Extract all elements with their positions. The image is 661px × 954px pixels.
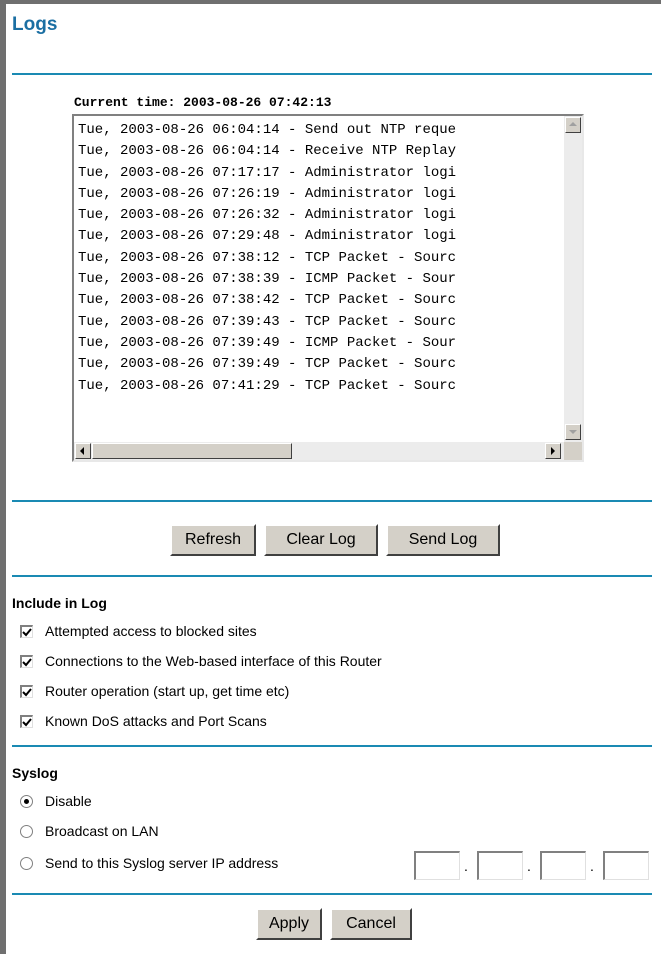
scroll-down-button[interactable] — [565, 424, 581, 440]
log-entry: Tue, 2003-08-26 07:39:49 - TCP Packet - … — [78, 356, 457, 373]
blocked-sites-checkbox[interactable] — [20, 625, 33, 638]
log-lines: Tue, 2003-08-26 06:04:14 - Send out NTP … — [78, 120, 562, 397]
cancel-button[interactable]: Cancel — [330, 908, 412, 940]
vertical-scrollbar[interactable] — [564, 116, 582, 442]
option-label: Broadcast on LAN — [45, 823, 159, 839]
log-entry: Tue, 2003-08-26 07:38:42 - TCP Packet - … — [78, 292, 457, 309]
syslog-ip-octet-4[interactable] — [603, 851, 649, 880]
syslog-ip-octet-1[interactable] — [414, 851, 460, 880]
broadcast-radio[interactable] — [20, 825, 33, 838]
option-label: Connections to the Web-based interface o… — [45, 653, 382, 669]
server-radio[interactable] — [20, 857, 33, 870]
disable-radio[interactable] — [20, 795, 33, 808]
log-entry: Tue, 2003-08-26 07:26:19 - Administrator… — [78, 185, 457, 202]
log-entry: Tue, 2003-08-26 07:26:32 - Administrator… — [78, 207, 457, 224]
window-frame-left — [0, 0, 6, 954]
divider — [12, 500, 652, 502]
option-label: Router operation (start up, get time etc… — [45, 683, 290, 699]
apply-button[interactable]: Apply — [256, 908, 322, 940]
web-connections-checkbox[interactable] — [20, 655, 33, 668]
option-label: Send to this Syslog server IP address — [45, 855, 279, 871]
syslog-ip-octet-2[interactable] — [477, 851, 523, 880]
horizontal-scrollbar[interactable] — [74, 442, 564, 460]
scroll-right-button[interactable] — [545, 443, 561, 459]
syslog-ip-octet-3[interactable] — [540, 851, 586, 880]
log-entry: Tue, 2003-08-26 07:38:12 - TCP Packet - … — [78, 249, 457, 266]
arrow-right-icon — [551, 447, 555, 455]
arrow-down-icon — [569, 430, 577, 434]
log-entry: Tue, 2003-08-26 07:17:17 - Administrator… — [78, 164, 457, 181]
ip-separator: . — [527, 858, 531, 874]
option-label: Known DoS attacks and Port Scans — [45, 713, 267, 729]
log-entry: Tue, 2003-08-26 07:39:43 - TCP Packet - … — [78, 313, 457, 330]
scroll-left-button[interactable] — [75, 443, 91, 459]
divider — [12, 745, 652, 747]
log-entry: Tue, 2003-08-26 07:39:49 - ICMP Packet -… — [78, 334, 457, 351]
router-operation-checkbox[interactable] — [20, 685, 33, 698]
divider — [12, 575, 652, 577]
checkmark-icon — [22, 628, 32, 637]
divider — [12, 893, 652, 895]
log-entry: Tue, 2003-08-26 07:29:48 - Administrator… — [78, 228, 457, 245]
log-entry: Tue, 2003-08-26 06:04:14 - Receive NTP R… — [78, 143, 457, 160]
option-label: Attempted access to blocked sites — [45, 623, 257, 639]
send-log-button[interactable]: Send Log — [386, 524, 500, 556]
log-entry: Tue, 2003-08-26 07:41:29 - TCP Packet - … — [78, 377, 457, 394]
scroll-up-button[interactable] — [565, 117, 581, 133]
dos-attacks-checkbox[interactable] — [20, 715, 33, 728]
window-frame-top — [0, 0, 661, 4]
option-label: Disable — [45, 793, 92, 809]
log-textarea[interactable]: Tue, 2003-08-26 06:04:14 - Send out NTP … — [72, 114, 584, 462]
page-title: Logs — [12, 14, 58, 35]
ip-separator: . — [464, 858, 468, 874]
divider — [12, 73, 652, 75]
include-in-log-title: Include in Log — [12, 595, 107, 611]
clear-log-button[interactable]: Clear Log — [264, 524, 378, 556]
checkmark-icon — [22, 718, 32, 727]
log-entry: Tue, 2003-08-26 06:04:14 - Send out NTP … — [78, 122, 457, 138]
current-time: Current time: 2003-08-26 07:42:13 — [74, 95, 332, 110]
scroll-corner — [564, 442, 582, 460]
checkmark-icon — [22, 688, 32, 697]
arrow-up-icon — [569, 122, 577, 126]
refresh-button[interactable]: Refresh — [170, 524, 256, 556]
checkmark-icon — [22, 658, 32, 667]
arrow-left-icon — [80, 447, 84, 455]
scroll-thumb[interactable] — [92, 443, 292, 459]
ip-separator: . — [590, 858, 594, 874]
log-entry: Tue, 2003-08-26 07:38:39 - ICMP Packet -… — [78, 271, 457, 288]
syslog-title: Syslog — [12, 765, 58, 781]
radio-selected-dot — [24, 799, 29, 804]
